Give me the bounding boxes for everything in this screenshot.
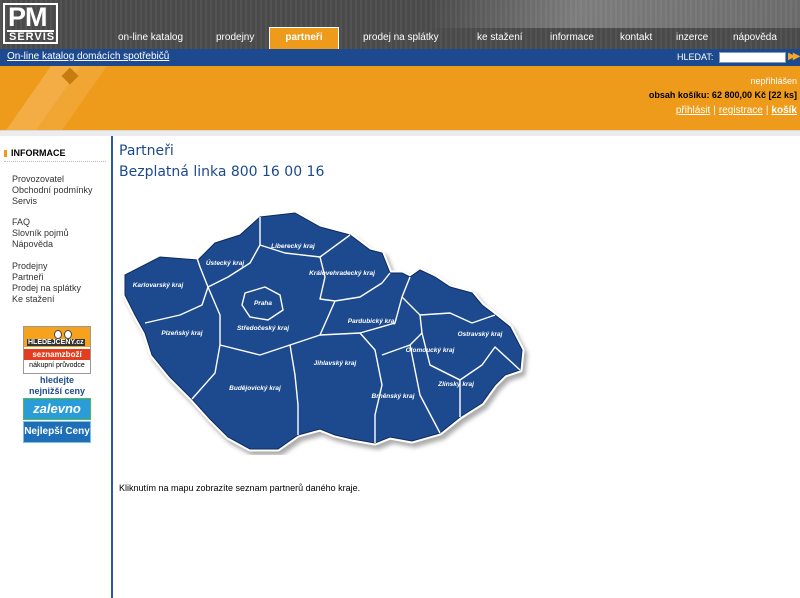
sidebar-heading: INFORMACE <box>4 148 106 162</box>
region-label-karlovarsky[interactable]: Karlovarský kraj <box>133 282 184 289</box>
login-status: nepřihlášen <box>750 76 797 86</box>
sidebar-item-partneri[interactable]: Partneři <box>12 272 44 282</box>
register-link[interactable]: registrace <box>719 105 763 116</box>
nav-bar-shine <box>430 0 800 28</box>
banner-seznamzbozi-text: seznamzboží <box>24 349 90 360</box>
logo-text-servis: SERVIS <box>9 31 56 43</box>
region-label-zlinsky[interactable]: Zlínský kraj <box>437 381 474 388</box>
region-label-praha[interactable]: Praha <box>254 300 272 307</box>
tab-kontakt[interactable]: kontakt <box>620 32 652 50</box>
eye-icon <box>54 330 62 339</box>
tab-prodej-na-splatky[interactable]: prodej na splátky <box>363 32 439 50</box>
double-arrow-right-icon[interactable]: ▶▶ <box>788 51 800 63</box>
sidebar-item-ke-stazeni[interactable]: Ke stažení <box>12 294 55 304</box>
sidebar-item-obchodni-podminky[interactable]: Obchodní podmínky <box>12 185 93 195</box>
czech-regions-map[interactable]: Karlovarský kraj Ústecký kraj Liberecký … <box>120 205 540 455</box>
tab-prodejny[interactable]: prodejny <box>216 32 254 50</box>
region-label-liberecky[interactable]: Liberecký kraj <box>271 243 315 250</box>
sidebar-item-napoveda[interactable]: Nápověda <box>12 239 53 249</box>
eye-icon <box>64 330 72 339</box>
sidebar: INFORMACE Provozovatel Obchodní podmínky… <box>0 136 113 598</box>
sidebar-item-prodejny[interactable]: Prodejny <box>12 261 48 271</box>
link-separator: | <box>713 105 716 116</box>
account-links: přihlásit | registrace | košík <box>676 105 797 116</box>
sidebar-item-faq[interactable]: FAQ <box>12 217 30 227</box>
tab-online-katalog[interactable]: on-line katalog <box>118 32 183 50</box>
search-label: HLEDAT: <box>677 52 714 62</box>
top-navigation-bar: PM SERVIS on-line katalog prodejny partn… <box>0 0 800 49</box>
region-label-pardubicky[interactable]: Pardubický kraj <box>348 318 397 325</box>
cart-summary: obsah košíku: 62 800,00 Kč [22 ks] <box>648 90 797 100</box>
logo-text-pm: PM <box>8 2 47 32</box>
sidebar-heading-label: INFORMACE <box>11 148 66 158</box>
search-input[interactable] <box>719 52 786 63</box>
tab-partneri[interactable]: partneři <box>269 27 339 49</box>
region-label-stredocesky[interactable]: Středočeský kraj <box>237 325 289 332</box>
cart-link[interactable]: košík <box>771 105 797 116</box>
hledejceny-banner[interactable]: HLEDEJCENY.cz seznamzboží nákupní průvod… <box>23 326 91 374</box>
tab-inzerce[interactable]: inzerce <box>676 32 708 50</box>
banner-pruvodce-text: nákupní průvodce <box>29 362 85 369</box>
sidebar-item-prodej-na-splatky[interactable]: Prodej na splátky <box>12 283 81 293</box>
hotline-heading: Bezplatná linka 800 16 00 16 <box>119 164 325 180</box>
banner-lowest-prices-text[interactable]: hledejte nejnižší ceny <box>23 375 91 399</box>
heading-bullet-icon <box>4 150 7 157</box>
sidebar-item-provozovatel[interactable]: Provozovatel <box>12 174 64 184</box>
tab-informace[interactable]: informace <box>550 32 594 50</box>
catalog-link[interactable]: On-line katalog domácích spotřebičů <box>7 51 169 62</box>
login-link[interactable]: přihlásit <box>676 105 710 116</box>
region-label-plzensky[interactable]: Plzeňský kraj <box>161 330 202 337</box>
pm-servis-logo[interactable]: PM SERVIS <box>3 2 58 44</box>
region-label-jihlavsky[interactable]: Jihlavský kraj <box>314 360 357 367</box>
account-banner: nepřihlášen obsah košíku: 62 800,00 Kč [… <box>0 66 800 130</box>
map-instruction-text: Kliknutím na mapu zobrazíte seznam partn… <box>119 483 361 493</box>
region-label-budejovicky[interactable]: Budějovický kraj <box>229 385 281 392</box>
sidebar-item-slovnik-pojmu[interactable]: Slovník pojmů <box>12 228 69 238</box>
sidebar-item-servis[interactable]: Servis <box>12 196 37 206</box>
catalog-search-bar: On-line katalog domácích spotřebičů HLED… <box>0 49 800 66</box>
banner-hledejceny-text: HLEDEJCENY.cz <box>27 339 85 346</box>
zalevno-banner[interactable]: zalevno <box>23 398 91 420</box>
header-divider <box>0 130 800 136</box>
region-label-kralovehradecky[interactable]: Královehradecký kraj <box>309 270 375 277</box>
region-label-ostravsky[interactable]: Ostravský kraj <box>458 331 503 338</box>
page-title: Partneři <box>119 143 174 159</box>
region-label-olomoucky[interactable]: Olomoucký kraj <box>406 347 455 354</box>
nejlepsi-ceny-banner[interactable]: Nejlepší Ceny <box>23 421 91 443</box>
tab-napoveda[interactable]: nápověda <box>733 32 777 50</box>
region-label-ustecky[interactable]: Ústecký kraj <box>206 258 244 267</box>
region-label-brnensky[interactable]: Brněnský kraj <box>372 393 415 400</box>
tab-ke-stazeni[interactable]: ke stažení <box>477 32 523 50</box>
